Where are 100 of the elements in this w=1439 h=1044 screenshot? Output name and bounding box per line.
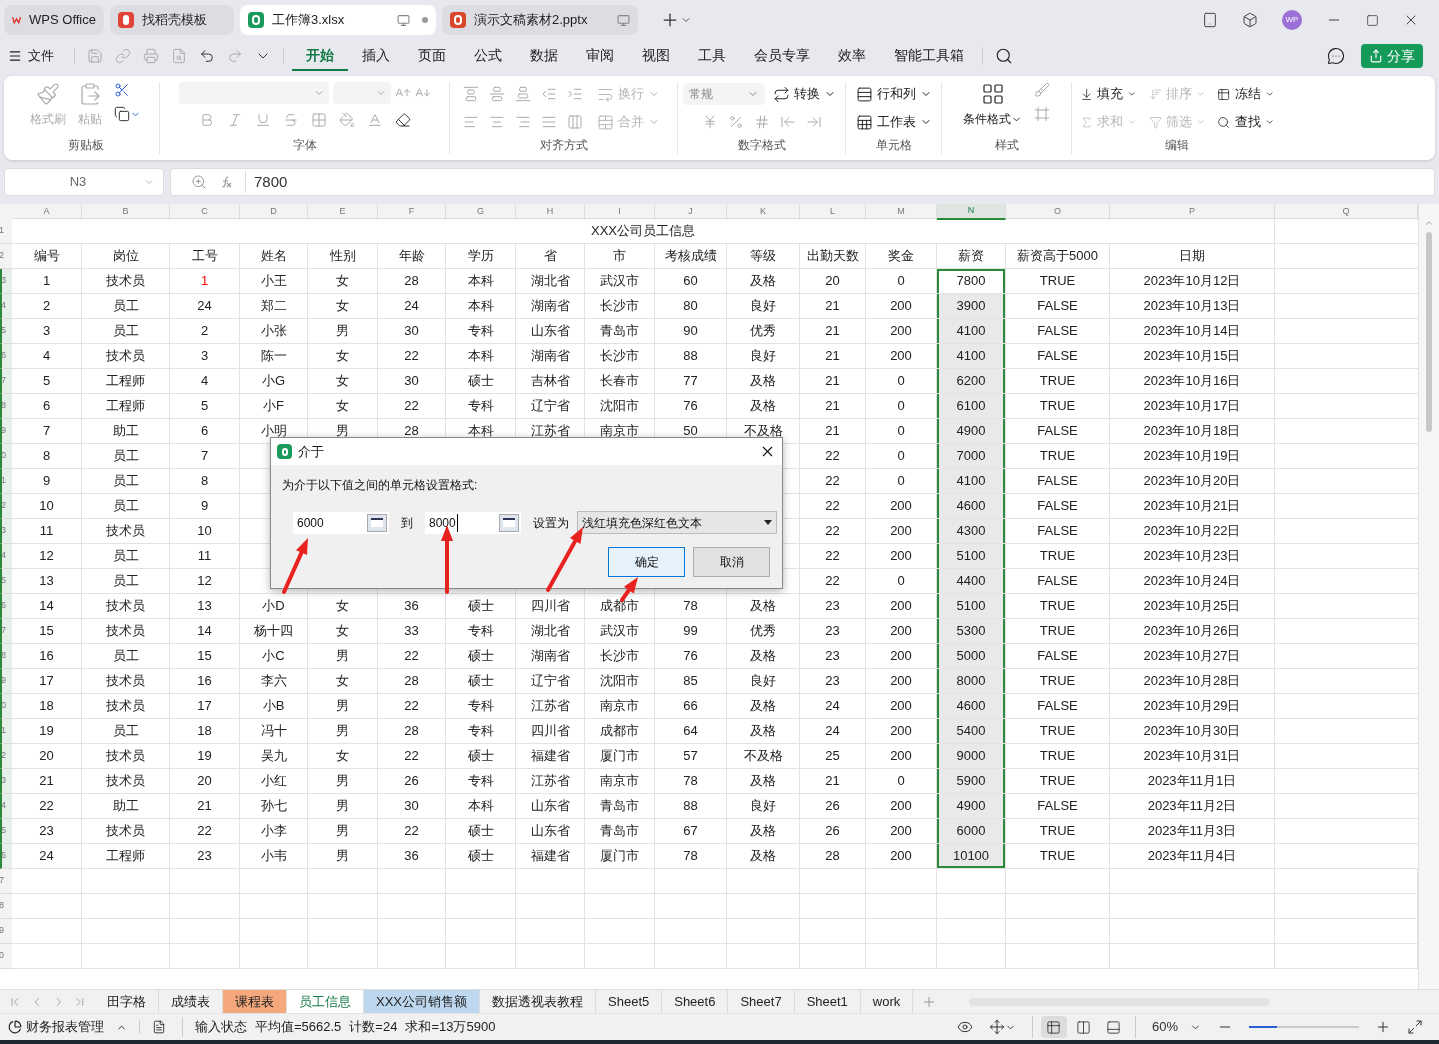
row-header[interactable]: 1 <box>0 719 12 744</box>
row-header[interactable]: 7 <box>0 369 12 394</box>
ribbon-tab[interactable]: 效率 <box>824 41 880 71</box>
range-picker-icon[interactable] <box>367 513 387 532</box>
align-bottom-icon[interactable] <box>515 86 531 102</box>
document-tab[interactable]: 演示文稿素材2.pptx <box>442 5 638 35</box>
ribbon-tab[interactable]: 开始 <box>292 41 348 71</box>
row-header[interactable]: 3 <box>0 769 12 794</box>
column-header[interactable]: N <box>937 204 1006 220</box>
increase-decimal-icon[interactable] <box>779 114 796 130</box>
sheet-tab[interactable]: 课程表 <box>223 989 287 1014</box>
row-header[interactable]: 8 <box>0 644 12 669</box>
formula-input[interactable]: 7800 <box>245 170 288 194</box>
sheet-tab[interactable]: XXX公司销售额 <box>364 989 480 1014</box>
justify-icon[interactable] <box>541 114 557 130</box>
column-header[interactable]: A <box>12 204 82 220</box>
zoom-in-icon[interactable] <box>1375 1019 1391 1035</box>
user-avatar[interactable]: WP <box>1282 10 1302 30</box>
column-header[interactable]: H <box>516 204 585 220</box>
row-header[interactable]: 2 <box>0 244 12 269</box>
zoom-select[interactable]: 60% <box>1151 1017 1201 1037</box>
row-header[interactable]: 1 <box>0 469 12 494</box>
convert-button[interactable]: 转换 <box>769 82 840 106</box>
row-header[interactable]: 0 <box>0 694 12 719</box>
row-header[interactable]: 5 <box>0 319 12 344</box>
row-header[interactable]: 3 <box>0 519 12 544</box>
preview-icon[interactable] <box>171 48 187 64</box>
cloud-icon[interactable] <box>1327 47 1345 65</box>
worksheet-button[interactable]: 工作表 <box>851 110 936 134</box>
column-header[interactable]: E <box>308 204 378 220</box>
cut-icon[interactable] <box>114 82 130 98</box>
function-icon[interactable] <box>219 175 233 189</box>
column-header[interactable]: J <box>655 204 727 220</box>
print-icon[interactable] <box>143 48 159 64</box>
fill-color-icon[interactable] <box>338 112 355 128</box>
decrease-decimal-icon[interactable] <box>805 114 822 130</box>
row-header[interactable]: 6 <box>0 844 12 869</box>
column-header[interactable]: F <box>378 204 446 220</box>
share-button[interactable]: 分享 <box>1361 44 1423 68</box>
ribbon-tab[interactable]: 工具 <box>684 41 740 71</box>
undo-icon[interactable] <box>199 48 215 64</box>
column-header[interactable]: G <box>446 204 516 220</box>
row-header[interactable]: 2 <box>0 494 12 519</box>
file-menu[interactable]: 文件 <box>8 46 54 66</box>
table-style-icon[interactable] <box>1034 106 1050 122</box>
row-header[interactable]: 9 <box>0 919 12 944</box>
underline-icon[interactable] <box>254 112 271 128</box>
row-header[interactable]: 9 <box>0 669 12 694</box>
row-header[interactable]: 7 <box>0 869 12 894</box>
align-top-icon[interactable] <box>463 86 479 102</box>
distribute-icon[interactable] <box>567 114 583 130</box>
align-right-icon[interactable] <box>515 114 531 130</box>
fullscreen-icon[interactable] <box>1407 1019 1423 1035</box>
column-header[interactable]: C <box>170 204 240 220</box>
row-header[interactable]: 7 <box>0 619 12 644</box>
document-tab[interactable]: 工作簿3.xlsx <box>240 5 436 35</box>
borders-icon[interactable] <box>310 112 327 128</box>
indent-decrease-icon[interactable] <box>541 86 557 102</box>
column-header[interactable]: I <box>585 204 655 220</box>
from-value-field[interactable]: 6000 <box>293 511 389 534</box>
ribbon-tab[interactable]: 会员专享 <box>740 41 824 71</box>
sheet-tab[interactable]: 员工信息 <box>287 989 364 1014</box>
column-header[interactable]: D <box>240 204 308 220</box>
row-header[interactable]: 0 <box>0 944 12 969</box>
row-header[interactable]: 4 <box>0 294 12 319</box>
row-header[interactable]: 2 <box>0 744 12 769</box>
indent-increase-icon[interactable] <box>567 86 583 102</box>
document-icon[interactable] <box>152 1020 166 1034</box>
ribbon-tab[interactable]: 审阅 <box>572 41 628 71</box>
monitor-icon[interactable] <box>617 13 630 27</box>
column-header[interactable]: O <box>1006 204 1110 220</box>
row-header[interactable]: 3 <box>0 269 12 294</box>
row-header[interactable]: 1 <box>0 219 12 244</box>
rows-columns-button[interactable]: 行和列 <box>851 82 936 106</box>
row-header[interactable]: 9 <box>0 419 12 444</box>
ribbon-tab[interactable]: 公式 <box>460 41 516 71</box>
cancel-button[interactable]: 取消 <box>693 547 770 577</box>
layout-icon[interactable] <box>988 1019 1005 1035</box>
column-header[interactable]: P <box>1110 204 1275 220</box>
eraser-icon[interactable] <box>394 112 411 128</box>
row-header[interactable]: 8 <box>0 894 12 919</box>
freeze-button[interactable]: 冻结 <box>1213 82 1278 106</box>
column-header[interactable]: K <box>727 204 800 220</box>
row-header[interactable]: 0 <box>0 444 12 469</box>
document-tab[interactable]: 找稻壳模板 <box>110 5 234 35</box>
document-tab[interactable]: WPS Office <box>4 5 104 35</box>
ribbon-tab[interactable]: 视图 <box>628 41 684 71</box>
tablet-icon[interactable] <box>1202 12 1218 28</box>
search-icon[interactable] <box>995 47 1013 65</box>
column-header[interactable]: L <box>800 204 866 220</box>
to-value-field[interactable]: 8000 <box>425 511 521 534</box>
thousands-icon[interactable] <box>753 114 770 130</box>
ribbon-tab[interactable]: 页面 <box>404 41 460 71</box>
find-button[interactable]: 查找 <box>1213 110 1278 134</box>
link-icon[interactable] <box>115 48 131 64</box>
row-header[interactable]: 8 <box>0 394 12 419</box>
strikethrough-icon[interactable] <box>282 112 299 128</box>
cube-icon[interactable] <box>1242 12 1258 28</box>
format-select[interactable]: 浅红填充色深红色文本 <box>577 511 777 534</box>
font-color-icon[interactable] <box>366 112 383 128</box>
